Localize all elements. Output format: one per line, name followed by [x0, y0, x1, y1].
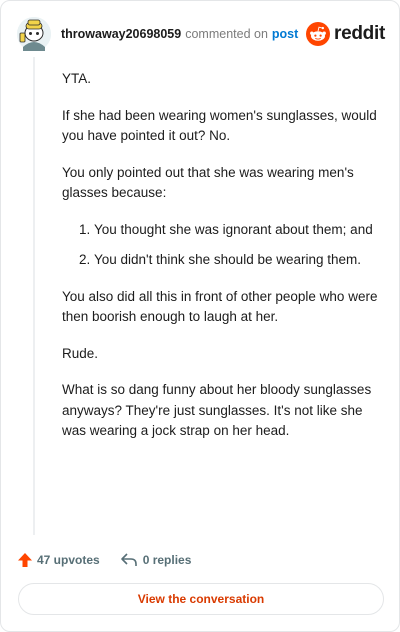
upvote-count: 47 upvotes [37, 553, 100, 567]
list-item: You thought she was ignorant about them;… [94, 220, 378, 241]
view-conversation-button[interactable]: View the conversation [18, 583, 384, 615]
avatar[interactable] [17, 17, 51, 51]
comment-body: YTA. If she had been wearing women's sun… [62, 69, 378, 458]
action-text: commented on [185, 27, 268, 41]
reply-count: 0 replies [142, 553, 192, 567]
comment-paragraph: What is so dang funny about her bloody s… [62, 382, 372, 438]
reddit-logo[interactable]: reddit [306, 22, 385, 46]
reply-button[interactable]: 0 replies [120, 552, 192, 568]
comment-paragraph: Rude. [62, 345, 99, 361]
comment-actions: 47 upvotes 0 replies [17, 549, 191, 571]
reply-icon [120, 553, 137, 566]
snoo-avatar-icon [17, 17, 51, 51]
reddit-snoo-icon [306, 22, 331, 46]
comment-list: You thought she was ignorant about them;… [62, 220, 378, 271]
comment-header: throwaway20698059 commented on post redd… [17, 17, 385, 51]
thread-line [33, 57, 35, 535]
upvote-button[interactable]: 47 upvotes [17, 552, 100, 568]
comment-paragraph: You only pointed out that she was wearin… [62, 164, 354, 201]
comment-card: throwaway20698059 commented on post redd… [0, 0, 400, 632]
reddit-wordmark: reddit [334, 23, 385, 44]
comment-paragraph: You also did all this in front of other … [62, 288, 378, 325]
username[interactable]: throwaway20698059 [61, 27, 181, 41]
comment-paragraph: YTA. [62, 71, 92, 86]
list-item: You didn't think she should be wearing t… [94, 250, 378, 271]
comment-meta: throwaway20698059 commented on post [61, 27, 298, 41]
comment-paragraph: If she had been wearing women's sunglass… [62, 107, 377, 144]
upvote-arrow-icon [18, 553, 32, 567]
post-link[interactable]: post [272, 27, 298, 41]
